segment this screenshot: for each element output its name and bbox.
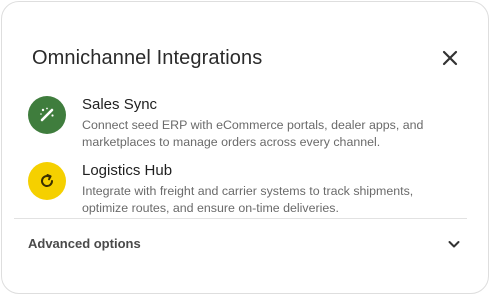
integration-description: Integrate with freight and carrier syste… [82,184,414,215]
dialog-title: Omnichannel Integrations [32,47,263,69]
magic-wand-icon [40,107,54,122]
close-button[interactable] [438,46,462,70]
integration-description: Connect seed ERP with eCommerce portals,… [82,118,424,149]
integration-title: Logistics Hub [82,162,173,179]
integrations-dialog: Omnichannel Integrations Sales Sync Conn… [1,1,489,294]
advanced-options-toggle[interactable]: Advanced options [14,228,467,258]
close-icon [442,50,458,66]
divider [14,218,467,219]
advanced-options-label: Advanced options [28,236,141,251]
chevron-down-icon [448,241,460,248]
integration-title: Sales Sync [82,96,158,113]
logistics-hub-icon-badge [28,162,66,200]
sales-sync-icon-badge [28,96,66,134]
sync-icon [41,174,54,187]
